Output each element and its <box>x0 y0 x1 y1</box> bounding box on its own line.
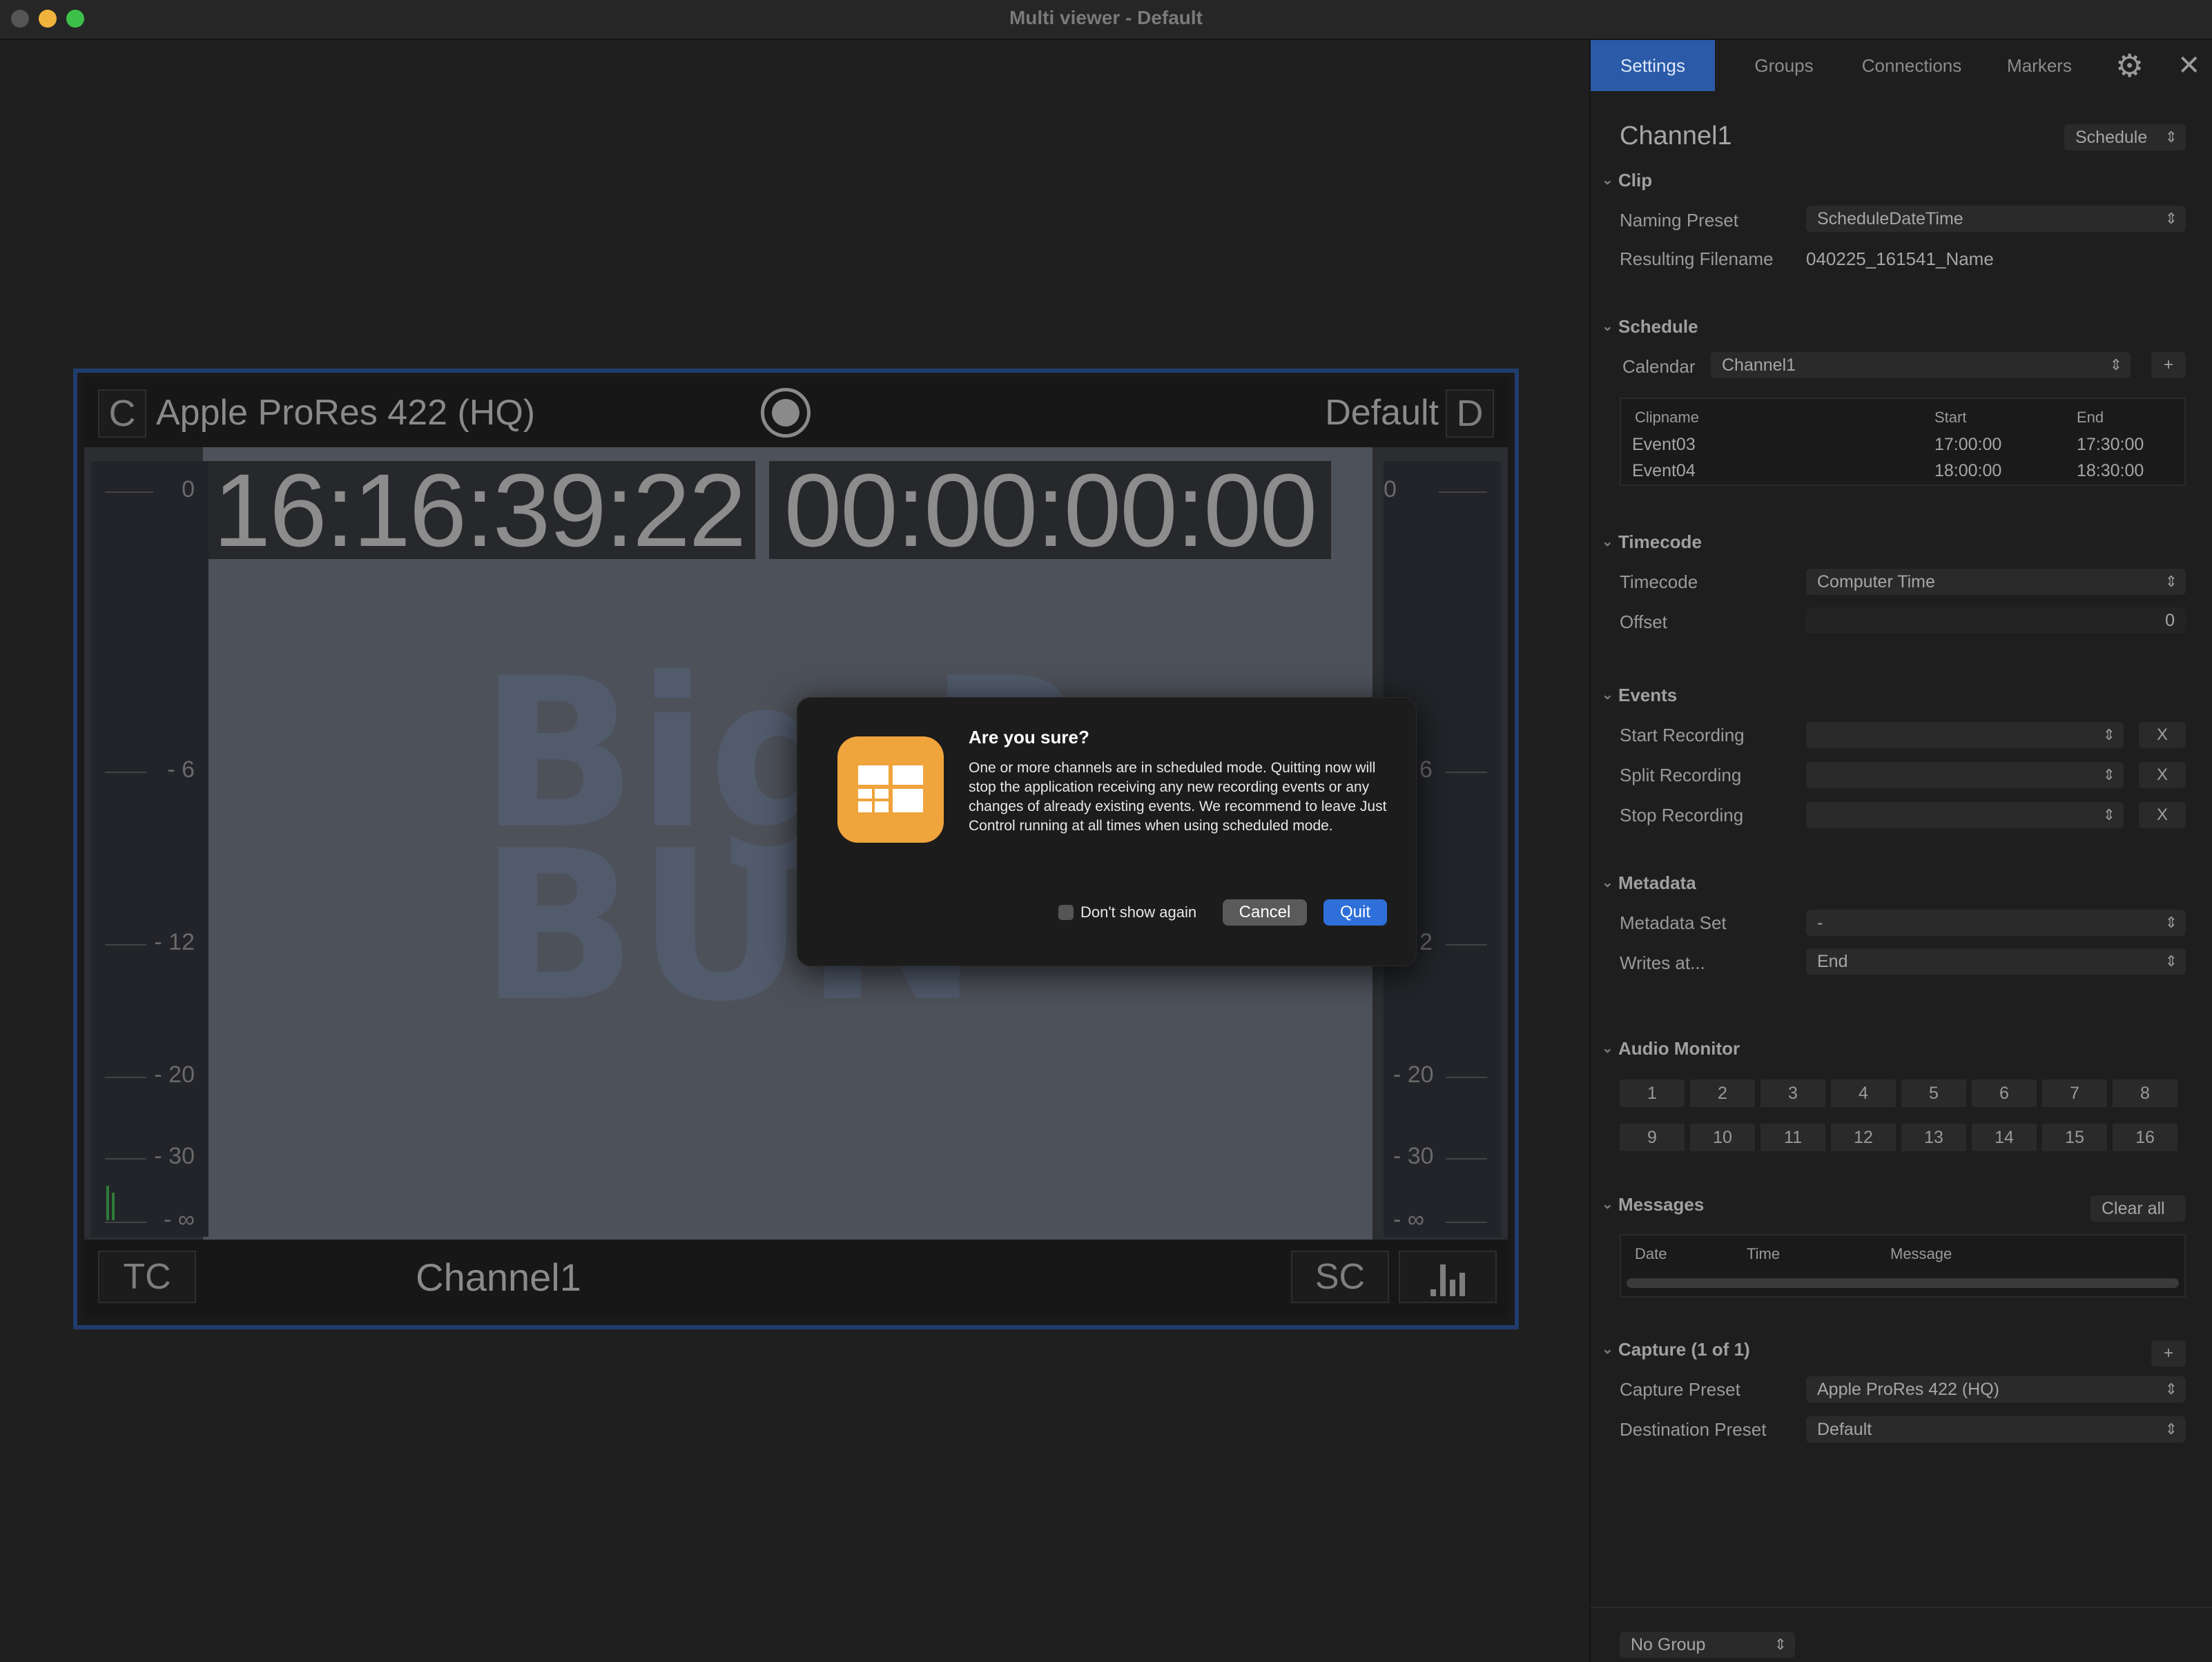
schedule-table: Clipname Start End Event03 17:00:00 17:3… <box>1620 398 2186 486</box>
metadata-section[interactable]: ⌄ Metadata <box>1602 872 1696 894</box>
audio-channel-10[interactable]: 10 <box>1690 1124 1755 1151</box>
audio-channel-14[interactable]: 14 <box>1972 1124 2037 1151</box>
audio-channel-2[interactable]: 2 <box>1690 1079 1755 1107</box>
channel-name: Channel1 <box>416 1255 581 1299</box>
tab-groups[interactable]: Groups <box>1729 40 1839 91</box>
audio-channel-4[interactable]: 4 <box>1831 1079 1896 1107</box>
capture-preset-select[interactable]: Apple ProRes 422 (HQ) ⇕ <box>1806 1376 2186 1402</box>
calendar-select[interactable]: Channel1 ⇕ <box>1711 352 2131 378</box>
window-title: Multi viewer - Default <box>1009 7 1203 28</box>
split-recording-label: Split Recording <box>1620 765 1742 785</box>
metadata-set-label: Metadata Set <box>1620 912 1727 933</box>
preset-label: Default <box>1325 393 1439 433</box>
close-icon[interactable]: ✕ <box>2177 50 2201 81</box>
record-icon[interactable] <box>761 388 811 438</box>
capture-preset-label: Capture Preset <box>1620 1379 1740 1400</box>
dialog-title: Are you sure? <box>969 727 1089 747</box>
dialog-message: One or more channels are in scheduled mo… <box>969 760 1387 834</box>
audio-channel-5[interactable]: 5 <box>1901 1079 1966 1107</box>
title-bar: Multi viewer - Default <box>0 0 2212 40</box>
dont-show-label: Don't show again <box>1080 903 1197 921</box>
c-label[interactable]: C <box>98 389 146 438</box>
codec-label: Apple ProRes 422 (HQ) <box>156 393 536 433</box>
app-icon <box>837 736 944 843</box>
quit-button[interactable]: Quit <box>1323 899 1387 926</box>
stop-recording-label: Stop Recording <box>1620 805 1744 825</box>
sc-button[interactable]: SC <box>1291 1251 1389 1303</box>
add-calendar-button[interactable]: + <box>2151 352 2186 378</box>
group-select[interactable]: No Group ⇕ <box>1620 1632 1795 1658</box>
cancel-button[interactable]: Cancel <box>1223 899 1307 926</box>
add-capture-button[interactable]: + <box>2151 1340 2186 1367</box>
mode-select[interactable]: Schedule ⇕ <box>2064 124 2186 150</box>
clear-start-button[interactable]: X <box>2139 722 2186 748</box>
destination-preset-label: Destination Preset <box>1620 1419 1767 1440</box>
confirm-quit-dialog: Are you sure? One or more channels are i… <box>797 697 1417 966</box>
audio-channel-13[interactable]: 13 <box>1901 1124 1966 1151</box>
audio-meter-left: 0 - 6 - 12 - 20 - 30 - ∞ <box>91 461 208 1237</box>
monitor-footer: TC Channel1 SC <box>84 1240 1508 1318</box>
naming-preset-label: Naming Preset <box>1620 210 1738 231</box>
clear-all-button[interactable]: Clear all <box>2090 1195 2186 1222</box>
audio-channel-1[interactable]: 1 <box>1620 1079 1685 1107</box>
capture-section[interactable]: ⌄ Capture (1 of 1) <box>1602 1339 1750 1360</box>
writes-at-label: Writes at... <box>1620 952 1705 973</box>
destination-preset-select[interactable]: Default ⇕ <box>1806 1416 2186 1443</box>
naming-preset-select[interactable]: ScheduleDateTime ⇕ <box>1806 206 2186 232</box>
audio-channels-row-1: 1 2 3 4 5 6 7 8 <box>1620 1079 2186 1107</box>
metadata-set-select[interactable]: - ⇕ <box>1806 910 2186 936</box>
stop-recording-select[interactable]: ⇕ <box>1806 802 2124 828</box>
audio-monitor-section[interactable]: ⌄ Audio Monitor <box>1602 1038 1740 1059</box>
dont-show-checkbox[interactable] <box>1058 905 1074 920</box>
messages-table: Date Time Message <box>1620 1234 2186 1298</box>
offset-input[interactable]: 0 <box>1806 607 2186 634</box>
events-section[interactable]: ⌄ Events <box>1602 685 1677 706</box>
timecode-section[interactable]: ⌄ Timecode <box>1602 531 1702 553</box>
audio-channel-12[interactable]: 12 <box>1831 1124 1896 1151</box>
split-recording-select[interactable]: ⇕ <box>1806 762 2124 788</box>
d-label[interactable]: D <box>1446 389 1494 438</box>
messages-scrollbar[interactable] <box>1627 1278 2179 1288</box>
schedule-section[interactable]: ⌄ Schedule <box>1602 316 1698 338</box>
audio-channel-11[interactable]: 11 <box>1760 1124 1825 1151</box>
audio-channel-3[interactable]: 3 <box>1760 1079 1825 1107</box>
audio-channels-row-2: 9 10 11 12 13 14 15 16 <box>1620 1124 2186 1151</box>
audio-channel-16[interactable]: 16 <box>2113 1124 2177 1151</box>
duration-display: 00:00:00:00 <box>769 458 1331 562</box>
messages-section[interactable]: ⌄ Messages <box>1602 1194 1704 1215</box>
tab-connections[interactable]: Connections <box>1846 40 1977 91</box>
audio-levels-icon[interactable] <box>1399 1251 1497 1303</box>
tab-settings[interactable]: Settings <box>1591 40 1715 91</box>
monitor-header: C Apple ProRes 422 (HQ) Default D <box>84 377 1508 447</box>
writes-at-select[interactable]: End ⇕ <box>1806 948 2186 975</box>
gear-icon[interactable]: ⚙ <box>2115 47 2144 84</box>
audio-channel-15[interactable]: 15 <box>2042 1124 2107 1151</box>
timecode-select[interactable]: Computer Time ⇕ <box>1806 569 2186 595</box>
start-recording-select[interactable]: ⇕ <box>1806 722 2124 748</box>
clip-section[interactable]: ⌄ Clip <box>1602 170 1652 191</box>
offset-label: Offset <box>1620 612 1667 632</box>
timecode-display: 16:16:39:22 <box>203 458 755 562</box>
audio-channel-9[interactable]: 9 <box>1620 1124 1685 1151</box>
timecode-label: Timecode <box>1620 571 1698 592</box>
audio-channel-7[interactable]: 7 <box>2042 1079 2107 1107</box>
calendar-label: Calendar <box>1622 356 1696 377</box>
tab-markers[interactable]: Markers <box>1984 40 2095 91</box>
channel-title: Channel1 <box>1620 121 1732 150</box>
clear-split-button[interactable]: X <box>2139 762 2186 788</box>
settings-sidebar: Settings Groups Connections Markers ⚙ ✕ … <box>1589 40 2212 1662</box>
clear-stop-button[interactable]: X <box>2139 802 2186 828</box>
start-recording-label: Start Recording <box>1620 725 1745 745</box>
audio-channel-8[interactable]: 8 <box>2113 1079 2177 1107</box>
resulting-filename: 040225_161541_Name <box>1806 248 1994 269</box>
resulting-filename-label: Resulting Filename <box>1620 248 1774 269</box>
sidebar-footer-divider <box>1591 1607 2212 1608</box>
audio-channel-6[interactable]: 6 <box>1972 1079 2037 1107</box>
